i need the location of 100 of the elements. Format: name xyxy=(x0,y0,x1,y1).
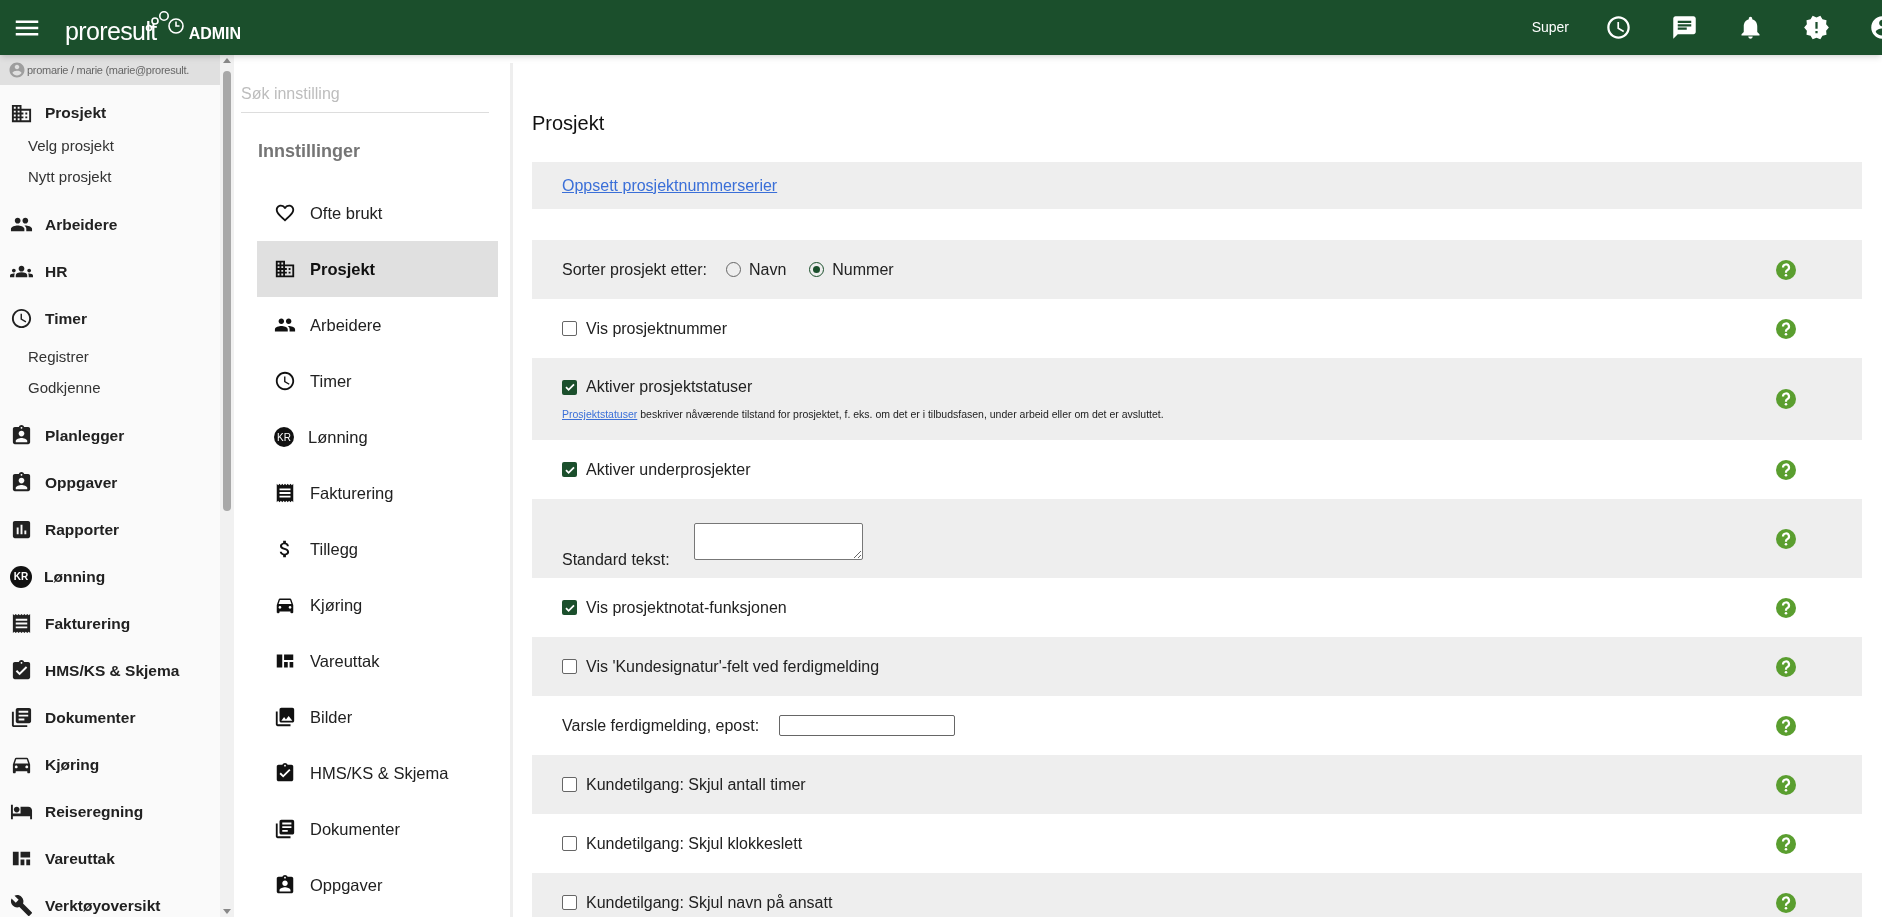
settings-nav-item[interactable]: Prosjekt xyxy=(257,241,498,297)
sidebar-item[interactable]: HMS/KS & Skjema xyxy=(0,647,220,694)
settings-nav-item[interactable]: Fakturering xyxy=(257,465,498,521)
setting-label: Kundetilgang: Skjul navn på ansatt xyxy=(586,892,833,913)
setting-label: Kundetilgang: Skjul antall timer xyxy=(586,774,806,795)
radio-option[interactable]: Nummer xyxy=(809,257,894,282)
settings-nav-item[interactable]: KR Lønning xyxy=(257,409,498,465)
clock-icon[interactable] xyxy=(1605,14,1632,41)
sidebar-item[interactable]: Oppgaver xyxy=(0,459,220,506)
setting-label: Kundetilgang: Skjul klokkeslett xyxy=(586,833,803,854)
sidebar-item[interactable]: KR Lønning xyxy=(0,553,220,600)
setting-description: Prosjektstatuser beskriver nåværende tilstand for prosjektet, f. eks. om det er i tilbudsfasen, under arbeid eller om det er avsluttet. xyxy=(562,407,1165,423)
logo-text: proresult xyxy=(65,18,157,44)
help-icon[interactable] xyxy=(1776,715,1796,736)
setting-label: Sorter prosjekt etter: xyxy=(562,259,707,280)
help-icon[interactable] xyxy=(1776,774,1796,795)
sidebar-item[interactable]: HR xyxy=(0,248,220,295)
help-icon[interactable] xyxy=(1776,318,1796,339)
setting-label: Vis prosjektnummer xyxy=(586,318,728,339)
checkbox[interactable] xyxy=(562,895,577,910)
heart-icon xyxy=(274,202,296,224)
building-icon xyxy=(274,258,296,280)
email-field[interactable] xyxy=(779,715,956,736)
settings-nav-item[interactable]: Vareuttak xyxy=(257,633,498,689)
checkbox[interactable] xyxy=(562,659,577,674)
setting-label: Standard tekst: xyxy=(562,550,670,570)
clock-icon xyxy=(274,370,296,392)
settings-nav-item[interactable]: Arbeidere xyxy=(257,297,498,353)
logo-suffix: ADMIN xyxy=(188,23,242,44)
clipboard-person-icon xyxy=(10,471,33,494)
text-area[interactable] xyxy=(693,523,863,560)
help-icon[interactable] xyxy=(1776,833,1796,854)
setting-label: Aktiver prosjektstatuser xyxy=(586,377,753,398)
sidebar-item[interactable]: Reiseregning xyxy=(0,788,220,835)
settings-nav-item[interactable]: Oppgaver xyxy=(257,857,498,913)
sidebar-item[interactable]: Kjøring xyxy=(0,741,220,788)
currency-icon: KR xyxy=(274,427,294,447)
section-heading: Innstillinger xyxy=(258,140,361,163)
checkbox[interactable] xyxy=(562,600,577,615)
help-icon[interactable] xyxy=(1776,656,1796,677)
sidebar-item[interactable]: Dokumenter xyxy=(0,694,220,741)
checkbox[interactable] xyxy=(562,462,577,477)
sidebar-item[interactable]: Rapporter xyxy=(0,506,220,553)
page-title: Prosjekt xyxy=(532,111,606,136)
search-field[interactable]: Søk innstilling xyxy=(241,75,489,113)
checkbox[interactable] xyxy=(562,379,577,395)
option-label: Nummer xyxy=(832,259,894,280)
sidebar-item[interactable]: Planlegger xyxy=(0,412,220,459)
sidebar-item[interactable]: Arbeidere xyxy=(0,201,220,248)
settings-nav-item[interactable]: Dokumenter xyxy=(257,801,498,857)
sidebar-subitem[interactable]: Registrer xyxy=(0,342,220,373)
clipboard-check-icon xyxy=(274,762,296,784)
setting-label: Aktiver underprosjekter xyxy=(586,459,751,480)
sidebar-item[interactable]: Vareuttak xyxy=(0,835,220,882)
receipt-icon xyxy=(274,482,296,504)
account-icon xyxy=(8,61,26,79)
scrollbar[interactable] xyxy=(220,55,234,917)
description-link[interactable]: Prosjektstatuser xyxy=(562,408,638,421)
help-icon[interactable] xyxy=(1776,892,1796,913)
sidebar-item[interactable]: Fakturering xyxy=(0,600,220,647)
sidebar-subitem[interactable]: Velg prosjekt xyxy=(0,131,220,162)
settings-nav-item[interactable]: Bilder xyxy=(257,689,498,745)
help-icon[interactable] xyxy=(1776,389,1796,409)
checkbox[interactable] xyxy=(562,836,577,851)
user-name: promarie / marie (marie@proresult. xyxy=(27,62,189,78)
clock-icon xyxy=(10,307,33,330)
sidebar-subitem[interactable]: Nytt prosjekt xyxy=(0,162,220,193)
settings-nav-item[interactable]: Tillegg xyxy=(257,521,498,577)
help-icon[interactable] xyxy=(1776,259,1796,280)
documents-icon xyxy=(274,818,296,840)
settings-nav-item[interactable]: Kjøring xyxy=(257,577,498,633)
clipboard-check-icon xyxy=(10,659,33,682)
badge-icon[interactable] xyxy=(1803,14,1830,41)
clipboard-person-icon xyxy=(274,874,296,896)
user-role[interactable]: Super xyxy=(1531,17,1569,38)
radio-option[interactable]: Navn xyxy=(725,257,787,282)
sidebar-item[interactable]: Prosjekt xyxy=(0,95,220,131)
clipboard-person-icon xyxy=(10,424,33,447)
sidebar-item[interactable]: Verktøyoversikt xyxy=(0,882,220,917)
sidebar-subitem[interactable]: Godkjenne xyxy=(0,373,220,404)
option-label: Navn xyxy=(748,259,787,280)
currency-icon: KR xyxy=(10,565,32,588)
help-icon[interactable] xyxy=(1776,459,1796,480)
documents-icon xyxy=(10,706,33,729)
settings-nav-item[interactable]: Ofte brukt xyxy=(257,185,498,241)
help-icon[interactable] xyxy=(1776,597,1796,618)
chat-icon[interactable] xyxy=(1671,14,1698,41)
images-icon xyxy=(274,706,296,728)
setting-label: Vis prosjektnotat-funksjonen xyxy=(586,597,787,618)
settings-nav-item[interactable]: Timer xyxy=(257,353,498,409)
checkbox[interactable] xyxy=(562,321,577,336)
setup-link[interactable]: Oppsett prosjektnummerserier xyxy=(562,173,778,198)
bar-chart-icon xyxy=(10,518,33,541)
sidebar-item[interactable]: Timer xyxy=(0,295,220,342)
help-icon[interactable] xyxy=(1776,528,1796,549)
settings-nav-item[interactable]: HMS/KS & Skjema xyxy=(257,745,498,801)
setting-label: Varsle ferdigmelding, epost: xyxy=(562,715,760,736)
wrench-icon xyxy=(10,894,33,917)
checkbox[interactable] xyxy=(562,777,577,792)
setting-label: Vis 'Kundesignatur'-felt ved ferdigmelding xyxy=(586,656,880,677)
